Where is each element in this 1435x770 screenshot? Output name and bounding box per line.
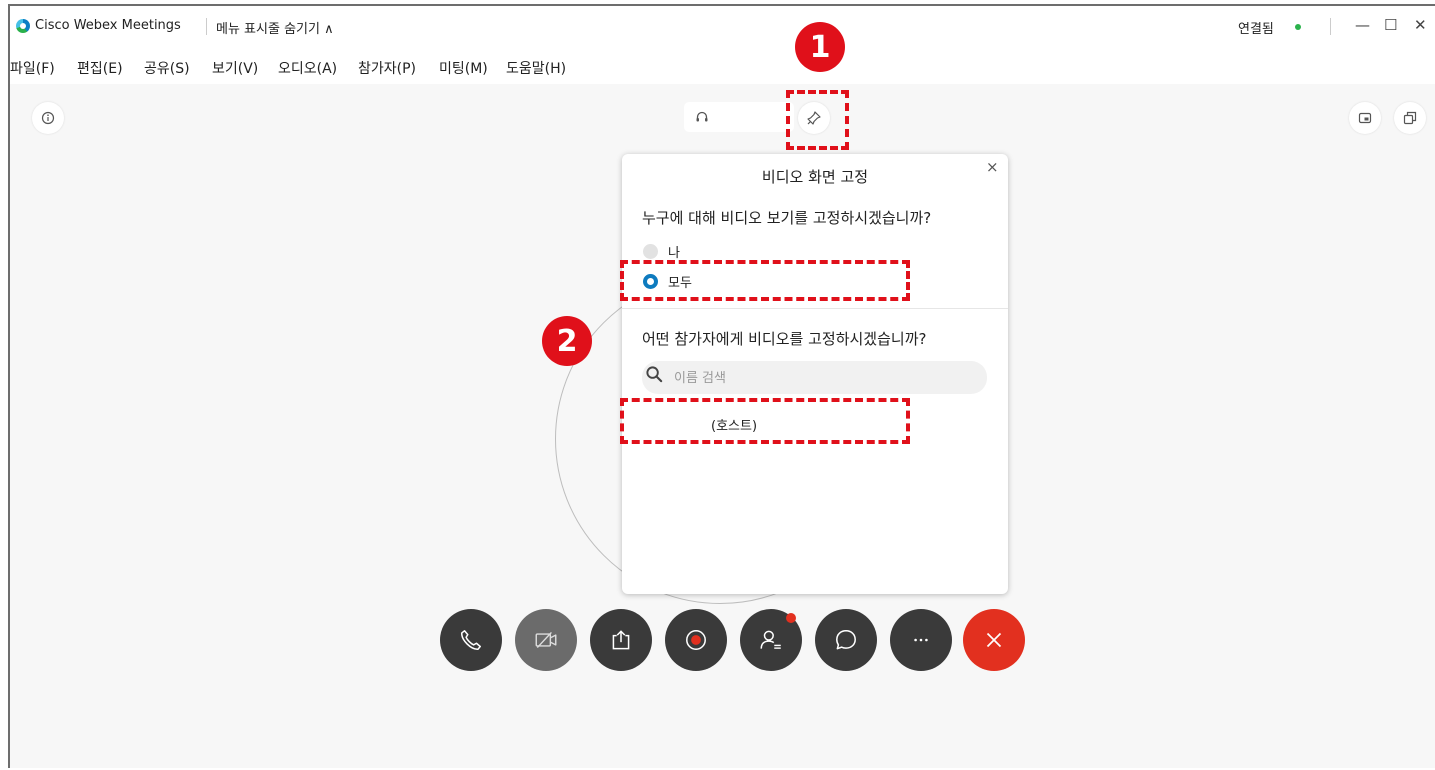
participants-notification-dot [786, 613, 796, 623]
annotation-box-pin-button [786, 90, 849, 150]
connection-dot-icon [1295, 24, 1301, 30]
end-meeting-icon [986, 632, 1002, 648]
connection-status: 연결됨 [1238, 22, 1274, 37]
search-icon [646, 366, 663, 383]
audio-indicator[interactable] [684, 102, 794, 132]
participants-button[interactable] [740, 609, 802, 671]
more-options-button[interactable] [890, 609, 952, 671]
multi-window-button[interactable] [1394, 102, 1426, 134]
video-toggle-button[interactable] [515, 609, 577, 671]
minimize-button[interactable]: — [1355, 16, 1370, 34]
meeting-info-button[interactable] [32, 102, 64, 134]
annotation-box-host [620, 398, 910, 444]
annotation-box-everyone [620, 260, 910, 301]
annotation-badge-1: 1 [795, 22, 845, 72]
video-off-icon [535, 631, 557, 649]
menu-meeting[interactable]: 미팅(M) [439, 58, 488, 78]
menu-edit[interactable]: 편집(E) [77, 58, 123, 78]
menu-audio[interactable]: 오디오(A) [278, 58, 337, 78]
hide-menubar-toggle[interactable]: 메뉴 표시줄 숨기기 ∧ [216, 18, 334, 37]
picture-in-picture-button[interactable] [1349, 102, 1381, 134]
chat-button[interactable] [815, 609, 877, 671]
annotation-badge-2: 2 [542, 316, 592, 366]
close-window-button[interactable]: ✕ [1414, 16, 1427, 34]
menu-file[interactable]: 파일(F) [10, 58, 55, 78]
title-divider [206, 18, 207, 35]
popup-divider [622, 308, 1008, 309]
popup-title: 비디오 화면 고정 [761, 168, 869, 186]
phone-icon [461, 630, 481, 650]
menu-help[interactable]: 도움말(H) [506, 58, 566, 78]
app-title: Cisco Webex Meetings [35, 18, 181, 33]
picture-in-picture-icon [1358, 112, 1372, 124]
pin-video-popup: × 비디오 화면 고정 누구에 대해 비디오 보기를 고정하시겠습니까? 나 모… [622, 154, 1008, 594]
headset-icon [696, 111, 708, 122]
audio-call-button[interactable] [440, 609, 502, 671]
pin-participant-question: 어떤 참가자에게 비디오를 고정하시겠습니까? [642, 330, 927, 348]
share-content-button[interactable] [590, 609, 652, 671]
end-meeting-button[interactable] [963, 609, 1025, 671]
menu-bar: 파일(F) 편집(E) 공유(S) 보기(V) 오디오(A) 참가자(P) 미팅… [10, 44, 1435, 84]
radio-me-label: 나 [668, 246, 680, 261]
more-icon [914, 638, 928, 642]
menu-participant[interactable]: 참가자(P) [358, 58, 416, 78]
meeting-stage: × 비디오 화면 고정 누구에 대해 비디오 보기를 고정하시겠습니까? 나 모… [10, 22, 1435, 768]
share-icon [612, 630, 630, 650]
multi-window-icon [1403, 111, 1417, 125]
chat-icon [836, 630, 856, 650]
pin-target-question: 누구에 대해 비디오 보기를 고정하시겠습니까? [642, 209, 932, 227]
info-icon [41, 111, 55, 125]
menu-view[interactable]: 보기(V) [212, 58, 258, 78]
menu-share[interactable]: 공유(S) [144, 58, 190, 78]
record-icon [686, 630, 706, 650]
webex-window: Cisco Webex Meetings 메뉴 표시줄 숨기기 ∧ 연결됨 — … [8, 4, 1435, 768]
radio-me[interactable] [643, 244, 658, 259]
title-bar: Cisco Webex Meetings 메뉴 표시줄 숨기기 ∧ 연결됨 — … [10, 6, 1435, 44]
participant-search [642, 361, 987, 394]
participants-icon [760, 630, 781, 649]
maximize-button[interactable]: ☐ [1384, 16, 1397, 34]
webex-logo-icon [16, 19, 30, 33]
window-controls-divider [1330, 18, 1331, 35]
participant-search-input[interactable] [672, 365, 976, 391]
record-button[interactable] [665, 609, 727, 671]
